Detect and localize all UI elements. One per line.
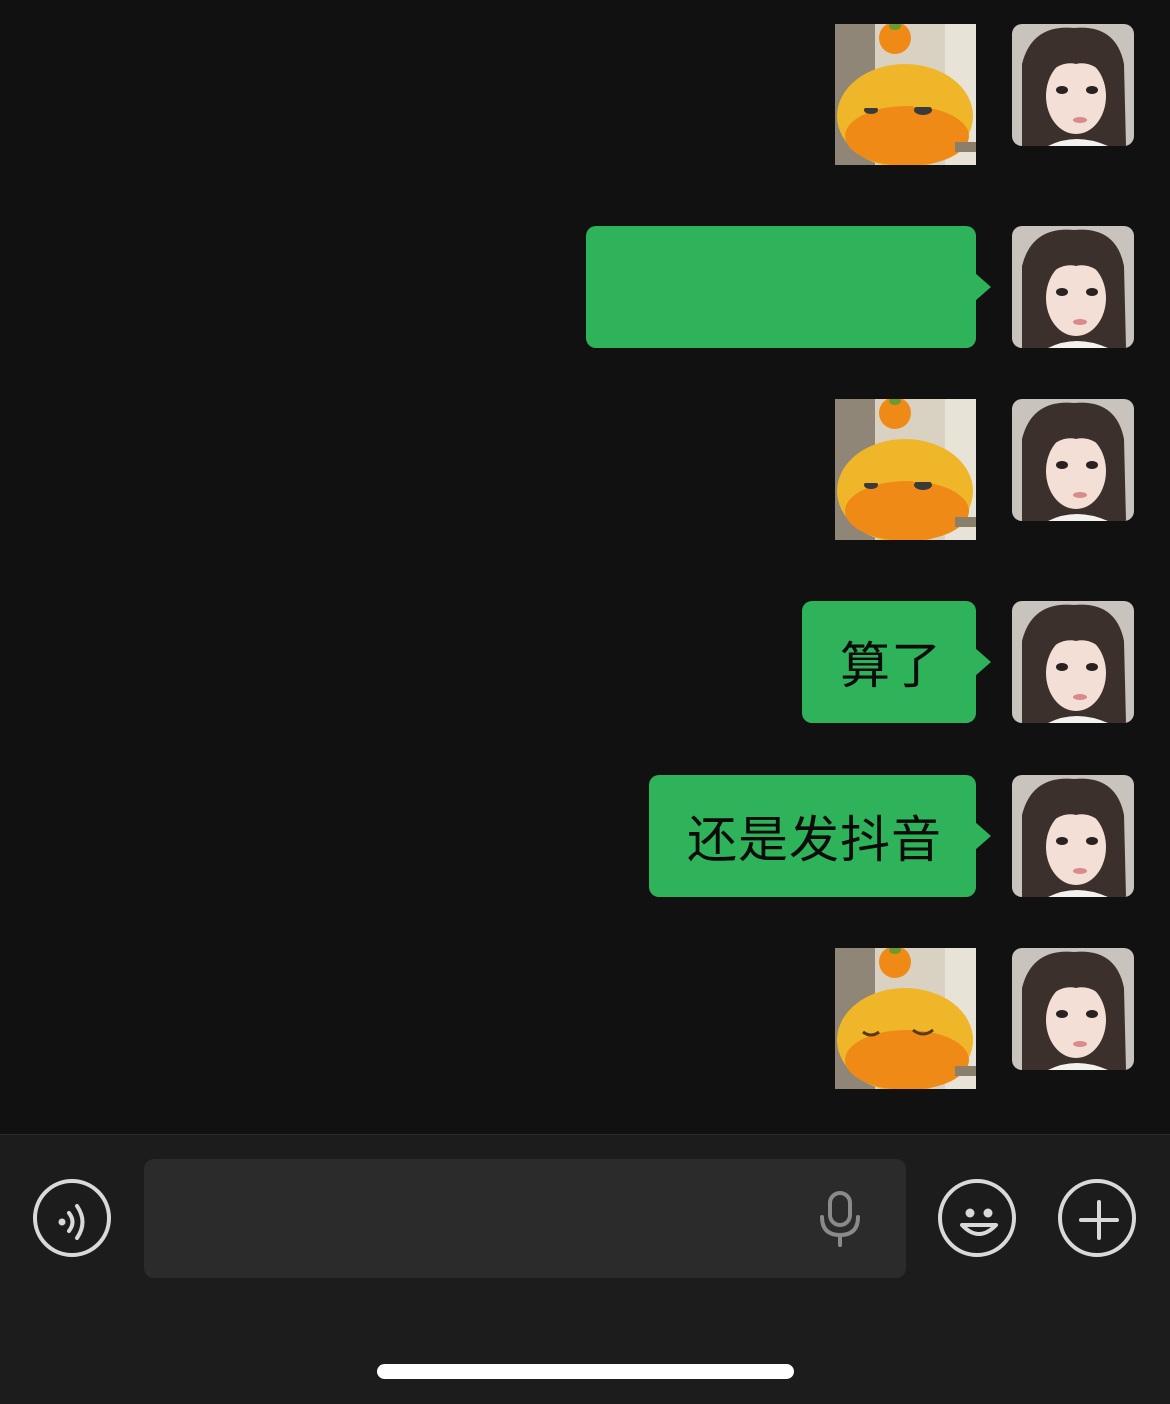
message-row: 还是发抖音: [649, 775, 1134, 897]
yellow-duck-sticker-icon[interactable]: [835, 948, 976, 1089]
plus-icon[interactable]: [1058, 1179, 1136, 1257]
user-avatar[interactable]: [1012, 948, 1134, 1070]
microphone-icon[interactable]: [818, 1191, 862, 1247]
message-bubble[interactable]: 还是发抖音: [649, 775, 991, 897]
user-avatar[interactable]: [1012, 775, 1134, 897]
home-indicator[interactable]: [377, 1364, 794, 1379]
message-bubble[interactable]: 算了: [802, 601, 991, 723]
message-row: [835, 399, 1134, 540]
message-row: [835, 948, 1134, 1089]
user-avatar[interactable]: [1012, 24, 1134, 146]
message-input[interactable]: [144, 1159, 906, 1278]
message-bubble[interactable]: [586, 226, 991, 348]
user-avatar[interactable]: [1012, 226, 1134, 348]
message-row: 算了: [802, 601, 1134, 723]
message-composer: [0, 1134, 1170, 1404]
message-row: [586, 226, 1134, 348]
message-row: [835, 24, 1134, 165]
user-avatar[interactable]: [1012, 601, 1134, 723]
chat-messages-area[interactable]: 算了 还是发抖音: [0, 0, 1170, 1134]
emoji-smile-icon[interactable]: [938, 1179, 1016, 1257]
voice-mode-icon[interactable]: [33, 1179, 111, 1257]
user-avatar[interactable]: [1012, 399, 1134, 521]
yellow-duck-sticker-icon[interactable]: [835, 24, 976, 165]
yellow-duck-sticker-icon[interactable]: [835, 399, 976, 540]
